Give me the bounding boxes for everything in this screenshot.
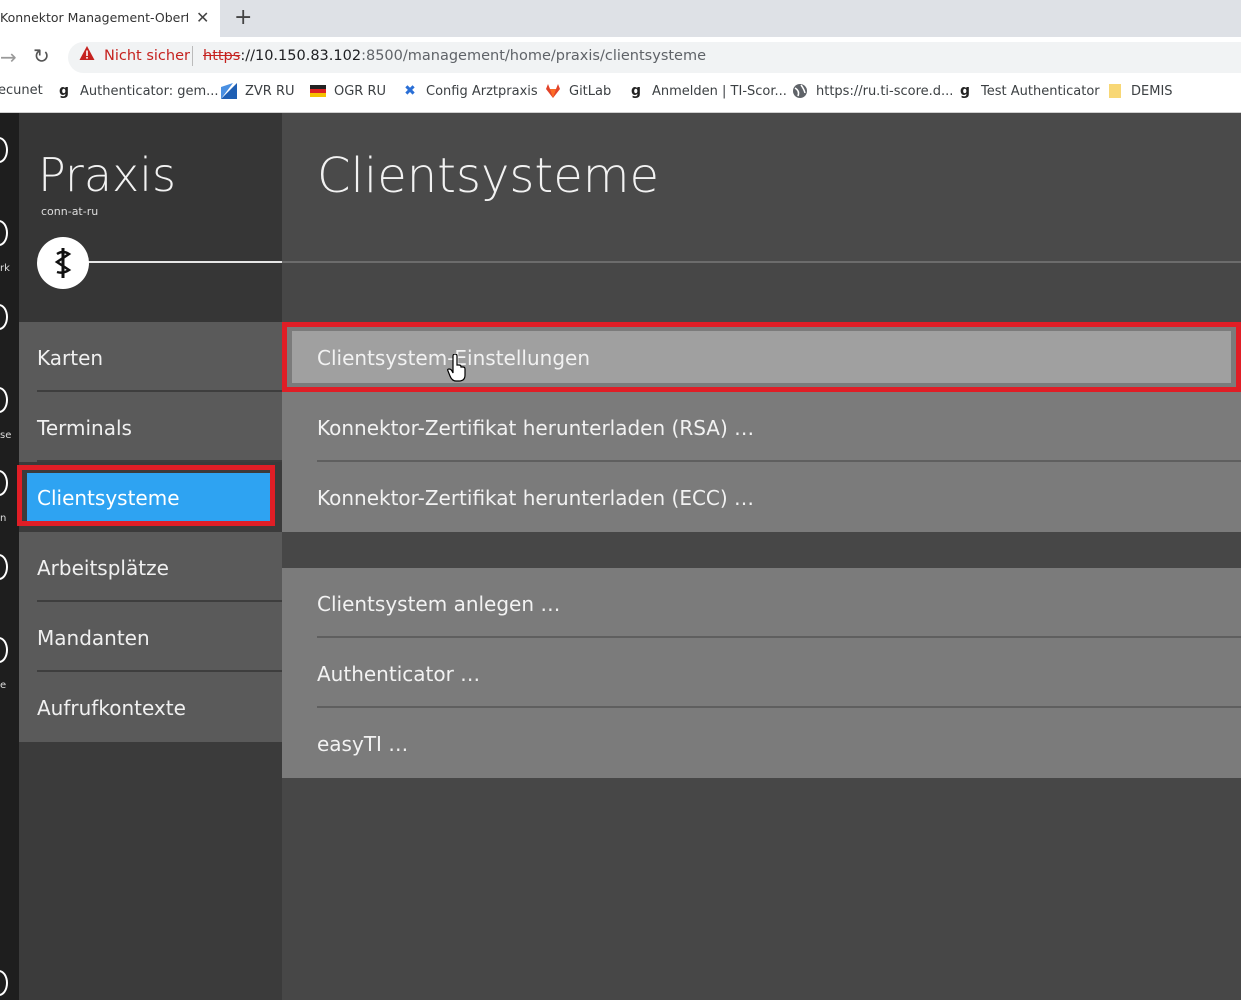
outer-nav-strip: rk se n e <box>0 113 19 1000</box>
caduceus-icon <box>37 237 89 289</box>
bookmark-label: https://ru.ti-score.d... <box>816 83 954 99</box>
nav-fragment-label: n <box>0 513 7 524</box>
nav-fragment-label: rk <box>0 263 10 274</box>
hand-cursor-icon <box>447 354 466 382</box>
warning-icon <box>79 46 95 60</box>
nav-circle-icon[interactable] <box>0 637 8 663</box>
menu-item-label: easyTI … <box>317 732 409 756</box>
browser-tab[interactable]: Konnektor Management-Oberfläche ✕ <box>0 0 220 37</box>
sidebar-item-clientsysteme[interactable]: Clientsysteme <box>17 462 282 532</box>
main-header: Clientsysteme <box>282 113 1241 263</box>
sidebar-title: Praxis <box>38 148 176 202</box>
bookmark-label: GitLab <box>569 83 612 99</box>
flag-icon <box>310 83 326 99</box>
globe-icon <box>792 83 808 99</box>
forward-arrow-icon[interactable]: → <box>0 45 17 69</box>
menu-item-label: Konnektor-Zertifikat herunterladen (ECC)… <box>317 486 755 510</box>
sidebar-subtitle: conn-at-ru <box>41 205 99 218</box>
sidebar-nav: Karten Terminals Clientsysteme Arbeitspl… <box>17 322 282 742</box>
easyti-item[interactable]: easyTI … <box>282 708 1241 778</box>
nav-circle-icon[interactable] <box>0 220 8 246</box>
bookmark-test-authenticator[interactable]: g Test Authenticator <box>957 83 1100 99</box>
nav-circle-icon[interactable] <box>0 470 8 496</box>
sidebar-item-label: Clientsysteme <box>37 486 180 510</box>
nav-circle-icon[interactable] <box>0 554 8 580</box>
clientsystem-anlegen-item[interactable]: Clientsystem anlegen … <box>282 568 1241 638</box>
clientsystem-einstellungen-item[interactable]: Clientsystem-Einstellungen <box>282 322 1241 392</box>
security-status[interactable]: Nicht sicher <box>104 48 190 64</box>
g-icon: g <box>58 83 70 99</box>
x-icon: ✖ <box>404 83 416 99</box>
bookmark-gitlab[interactable]: GitLab <box>545 83 611 99</box>
nav-fragment-label: se <box>0 430 12 441</box>
menu-item-label: Clientsystem anlegen … <box>317 592 561 616</box>
menu-item-label: Authenticator … <box>317 662 481 686</box>
header-divider <box>63 261 282 263</box>
sidebar: Praxis conn-at-ru Karten Terminals Clien… <box>17 113 282 1000</box>
authenticator-item[interactable]: Authenticator … <box>282 638 1241 708</box>
gitlab-icon <box>545 83 561 99</box>
sidebar-item-label: Aufrufkontexte <box>37 696 186 720</box>
nav-circle-icon[interactable] <box>0 137 8 163</box>
close-tab-icon[interactable]: ✕ <box>196 8 209 27</box>
browser-tabstrip: Konnektor Management-Oberfläche ✕ + <box>0 0 1241 37</box>
reload-icon[interactable]: ↻ <box>33 44 50 68</box>
zvr-icon <box>221 83 237 99</box>
sidebar-item-label: Terminals <box>37 416 132 440</box>
sidebar-item-aufrufkontexte[interactable]: Aufrufkontexte <box>19 672 282 742</box>
sidebar-item-karten[interactable]: Karten <box>19 322 282 392</box>
url-text[interactable]: https://10.150.83.102:8500/management/ho… <box>203 48 706 64</box>
bookmark-label: OGR RU <box>334 83 387 99</box>
bookmark-ru-ti-score[interactable]: https://ru.ti-score.d... <box>792 83 953 99</box>
bookmark-label: ecunet <box>0 83 43 98</box>
bookmark-config-arztpraxis[interactable]: ✖ Config Arztpraxis <box>402 83 538 99</box>
bookmark-label: ZVR RU <box>245 83 295 99</box>
new-tab-button[interactable]: + <box>234 5 252 30</box>
nav-circle-icon[interactable] <box>0 304 8 330</box>
bookmarks-bar: ecunet g Authenticator: gem... ZVR RU OGR… <box>0 77 1241 113</box>
page-title: Clientsysteme <box>317 148 660 204</box>
download-ecc-certificate-item[interactable]: Konnektor-Zertifikat herunterladen (ECC)… <box>282 462 1241 532</box>
folder-icon <box>1107 83 1123 99</box>
download-rsa-certificate-item[interactable]: Konnektor-Zertifikat herunterladen (RSA)… <box>282 392 1241 462</box>
sidebar-item-terminals[interactable]: Terminals <box>19 392 282 462</box>
bookmark-label: Config Arztpraxis <box>426 83 538 99</box>
bookmark-ogr[interactable]: OGR RU <box>310 83 386 99</box>
sidebar-item-label: Mandanten <box>37 626 150 650</box>
tab-title: Konnektor Management-Oberfläche <box>0 10 188 25</box>
bookmark-authenticator[interactable]: g Authenticator: gem... <box>56 83 219 99</box>
nav-fragment-label: e <box>0 680 7 691</box>
bookmark-ti-score[interactable]: g Anmelden | TI-Scor... <box>628 83 787 99</box>
sidebar-item-mandanten[interactable]: Mandanten <box>19 602 282 672</box>
bookmark-ecunet[interactable]: ecunet <box>0 83 43 98</box>
sidebar-item-arbeitsplaetze[interactable]: Arbeitsplätze <box>19 532 282 602</box>
sidebar-header: Praxis conn-at-ru <box>19 113 282 322</box>
bookmark-label: Anmelden | TI-Scor... <box>652 83 787 99</box>
g-icon: g <box>959 83 971 99</box>
sidebar-item-label: Karten <box>37 346 104 370</box>
bookmark-zvr[interactable]: ZVR RU <box>221 83 295 99</box>
bookmark-label: DEMIS <box>1131 83 1173 99</box>
g-icon: g <box>630 83 642 99</box>
bookmark-label: Authenticator: gem... <box>80 83 219 99</box>
main-content: Clientsysteme Clientsystem-Einstellungen… <box>282 113 1241 1000</box>
url-path: :8500/management/home/praxis/clientsyste… <box>361 48 707 64</box>
bookmark-label: Test Authenticator <box>981 83 1100 99</box>
url-host: ://10.150.83.102 <box>240 48 362 64</box>
sidebar-item-label: Arbeitsplätze <box>37 556 169 580</box>
nav-circle-icon[interactable] <box>0 387 8 413</box>
menu-item-label: Konnektor-Zertifikat herunterladen (RSA)… <box>317 416 755 440</box>
address-separator <box>192 46 193 66</box>
url-scheme: https <box>203 48 241 64</box>
nav-circle-icon[interactable] <box>0 970 8 996</box>
bookmark-demis[interactable]: DEMIS <box>1107 83 1173 99</box>
